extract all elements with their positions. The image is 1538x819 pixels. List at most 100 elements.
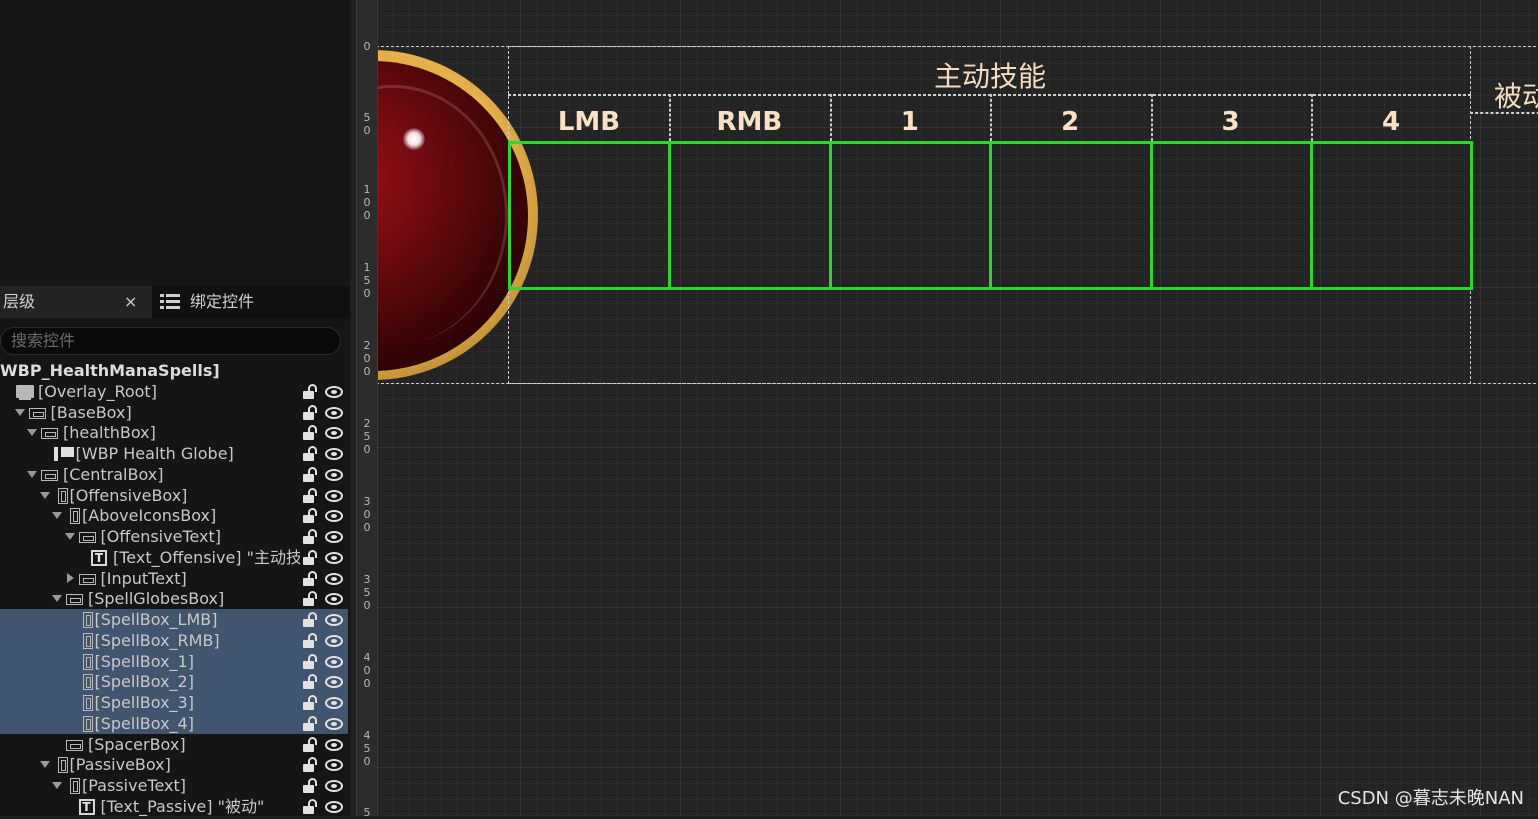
visibility-eye-icon[interactable] bbox=[325, 489, 343, 502]
hbox-widget-icon bbox=[41, 428, 58, 440]
visibility-eye-icon[interactable] bbox=[325, 572, 343, 585]
visibility-eye-icon[interactable] bbox=[325, 800, 343, 813]
chevron-down-icon[interactable] bbox=[27, 470, 37, 478]
unlock-icon[interactable] bbox=[303, 674, 317, 690]
tree-row[interactable]: [CentralBox] bbox=[0, 464, 348, 485]
unlock-icon[interactable] bbox=[303, 570, 317, 586]
visibility-eye-icon[interactable] bbox=[325, 717, 343, 730]
vbox-widget-icon bbox=[82, 715, 93, 732]
unlock-icon[interactable] bbox=[303, 736, 317, 752]
tree-row[interactable]: [AboveIconsBox] bbox=[0, 505, 348, 526]
visibility-eye-icon[interactable] bbox=[325, 634, 343, 647]
hbox-widget-icon bbox=[41, 469, 58, 481]
tree-row[interactable]: [SpellBox_2] bbox=[0, 671, 348, 692]
ruler-label: 3 5 0 bbox=[363, 573, 371, 612]
hierarchy-tabbar: 层级 × 绑定控件 bbox=[0, 286, 350, 318]
tree-row-label: [SpellGlobesBox] bbox=[88, 589, 225, 609]
unlock-icon[interactable] bbox=[303, 404, 317, 420]
tree-row[interactable]: T [Text_Passive] "被动" bbox=[0, 796, 348, 817]
visibility-eye-icon[interactable] bbox=[325, 448, 343, 460]
visibility-eye-icon[interactable] bbox=[325, 780, 343, 792]
ruler-label: 2 5 0 bbox=[363, 417, 371, 456]
passive-title: 被动 bbox=[1494, 80, 1538, 113]
tree-row[interactable]: [SpellBox_4] bbox=[0, 712, 348, 734]
visibility-eye-icon[interactable] bbox=[325, 531, 343, 543]
visibility-eye-icon[interactable] bbox=[325, 655, 343, 668]
unlock-icon[interactable] bbox=[303, 508, 317, 524]
unlock-icon[interactable] bbox=[303, 383, 317, 399]
visibility-eye-icon[interactable] bbox=[325, 551, 343, 564]
vbox-widget-icon bbox=[82, 612, 93, 628]
tab-bind-widgets[interactable]: 绑定控件 bbox=[160, 286, 254, 318]
visibility-eye-icon[interactable] bbox=[325, 676, 343, 689]
spell-slot[interactable] bbox=[1149, 141, 1313, 290]
unlock-icon[interactable] bbox=[303, 778, 317, 793]
chevron-down-icon[interactable] bbox=[52, 595, 62, 603]
tree-row-label: [CentralBox] bbox=[63, 464, 164, 484]
ruler-label: 5 bbox=[363, 806, 371, 819]
tree-row[interactable]: [SpellBox_LMB] bbox=[0, 609, 348, 630]
ruler-label: 4 0 0 bbox=[363, 651, 371, 690]
tree-row[interactable]: [BaseBox] bbox=[0, 402, 348, 423]
tree-row[interactable]: [healthBox] bbox=[0, 422, 348, 443]
tree-row[interactable]: [PassiveText] bbox=[0, 775, 348, 796]
designer-canvas[interactable]: 主动技能 被动 LMB RMB 1 2 3 4 bbox=[378, 0, 1538, 816]
search-widgets-input[interactable]: 搜索控件 bbox=[0, 327, 341, 355]
visibility-eye-icon[interactable] bbox=[325, 759, 343, 772]
unlock-icon[interactable] bbox=[303, 715, 317, 731]
tree-row[interactable]: WBP_HealthManaSpells] bbox=[0, 360, 348, 381]
unlock-icon[interactable] bbox=[303, 612, 317, 627]
tree-row-label: [SpellBox_4] bbox=[94, 713, 194, 733]
userwidget-widget-icon bbox=[53, 447, 74, 461]
unlock-icon[interactable] bbox=[303, 487, 317, 503]
chevron-down-icon[interactable] bbox=[39, 761, 50, 769]
tree-row[interactable]: [OffensiveBox] bbox=[0, 485, 348, 506]
visibility-eye-icon[interactable] bbox=[325, 614, 343, 626]
chevron-down-icon[interactable] bbox=[27, 429, 37, 437]
spell-slot[interactable] bbox=[1310, 141, 1474, 290]
visibility-eye-icon[interactable] bbox=[325, 510, 343, 523]
tree-row[interactable]: [OffensiveText] bbox=[0, 526, 348, 547]
visibility-eye-icon[interactable] bbox=[325, 406, 343, 419]
visibility-eye-icon[interactable] bbox=[325, 593, 343, 606]
unlock-icon[interactable] bbox=[303, 529, 317, 544]
tree-row[interactable]: [SpellBox_1] bbox=[0, 650, 348, 672]
visibility-eye-icon[interactable] bbox=[325, 697, 343, 709]
unlock-icon[interactable] bbox=[303, 466, 317, 482]
unlock-icon[interactable] bbox=[303, 798, 317, 814]
chevron-down-icon[interactable] bbox=[52, 782, 62, 789]
chevron-down-icon[interactable] bbox=[14, 408, 25, 416]
chevron-right-icon[interactable] bbox=[66, 572, 74, 583]
tree-row[interactable]: [Overlay_Root] bbox=[0, 381, 348, 402]
tree-row[interactable]: [SpellBox_RMB] bbox=[0, 629, 348, 651]
chevron-down-icon[interactable] bbox=[39, 491, 50, 499]
spell-slot[interactable] bbox=[828, 141, 993, 290]
tree-row[interactable]: [InputText] bbox=[0, 568, 348, 589]
unlock-icon[interactable] bbox=[303, 653, 317, 669]
label-divider bbox=[669, 94, 672, 141]
visibility-eye-icon[interactable] bbox=[325, 468, 343, 481]
tree-row[interactable]: [PassiveBox] bbox=[0, 754, 348, 775]
spell-slot[interactable] bbox=[508, 141, 672, 290]
visibility-eye-icon[interactable] bbox=[325, 385, 343, 398]
tree-row[interactable]: [SpacerBox] bbox=[0, 734, 348, 755]
close-icon[interactable]: × bbox=[124, 286, 137, 318]
tree-row[interactable]: T [Text_Offensive] "主动技能" bbox=[0, 547, 348, 568]
tree-row[interactable]: [WBP Health Globe] bbox=[0, 443, 348, 464]
tree-row[interactable]: [SpellBox_3] bbox=[0, 692, 348, 713]
unlock-icon[interactable] bbox=[303, 757, 317, 773]
unlock-icon[interactable] bbox=[303, 632, 317, 648]
unlock-icon[interactable] bbox=[303, 446, 317, 461]
visibility-eye-icon[interactable] bbox=[325, 738, 343, 751]
spell-slot[interactable] bbox=[668, 141, 832, 290]
ruler-label: 2 0 0 bbox=[363, 339, 371, 378]
spell-slot[interactable] bbox=[989, 141, 1153, 290]
unlock-icon[interactable] bbox=[303, 695, 317, 710]
unlock-icon[interactable] bbox=[303, 549, 317, 565]
chevron-down-icon[interactable] bbox=[52, 512, 62, 520]
visibility-eye-icon[interactable] bbox=[325, 427, 343, 440]
unlock-icon[interactable] bbox=[303, 425, 317, 441]
tree-row[interactable]: [SpellGlobesBox] bbox=[0, 588, 348, 609]
unlock-icon[interactable] bbox=[303, 591, 317, 607]
chevron-down-icon[interactable] bbox=[64, 533, 75, 540]
